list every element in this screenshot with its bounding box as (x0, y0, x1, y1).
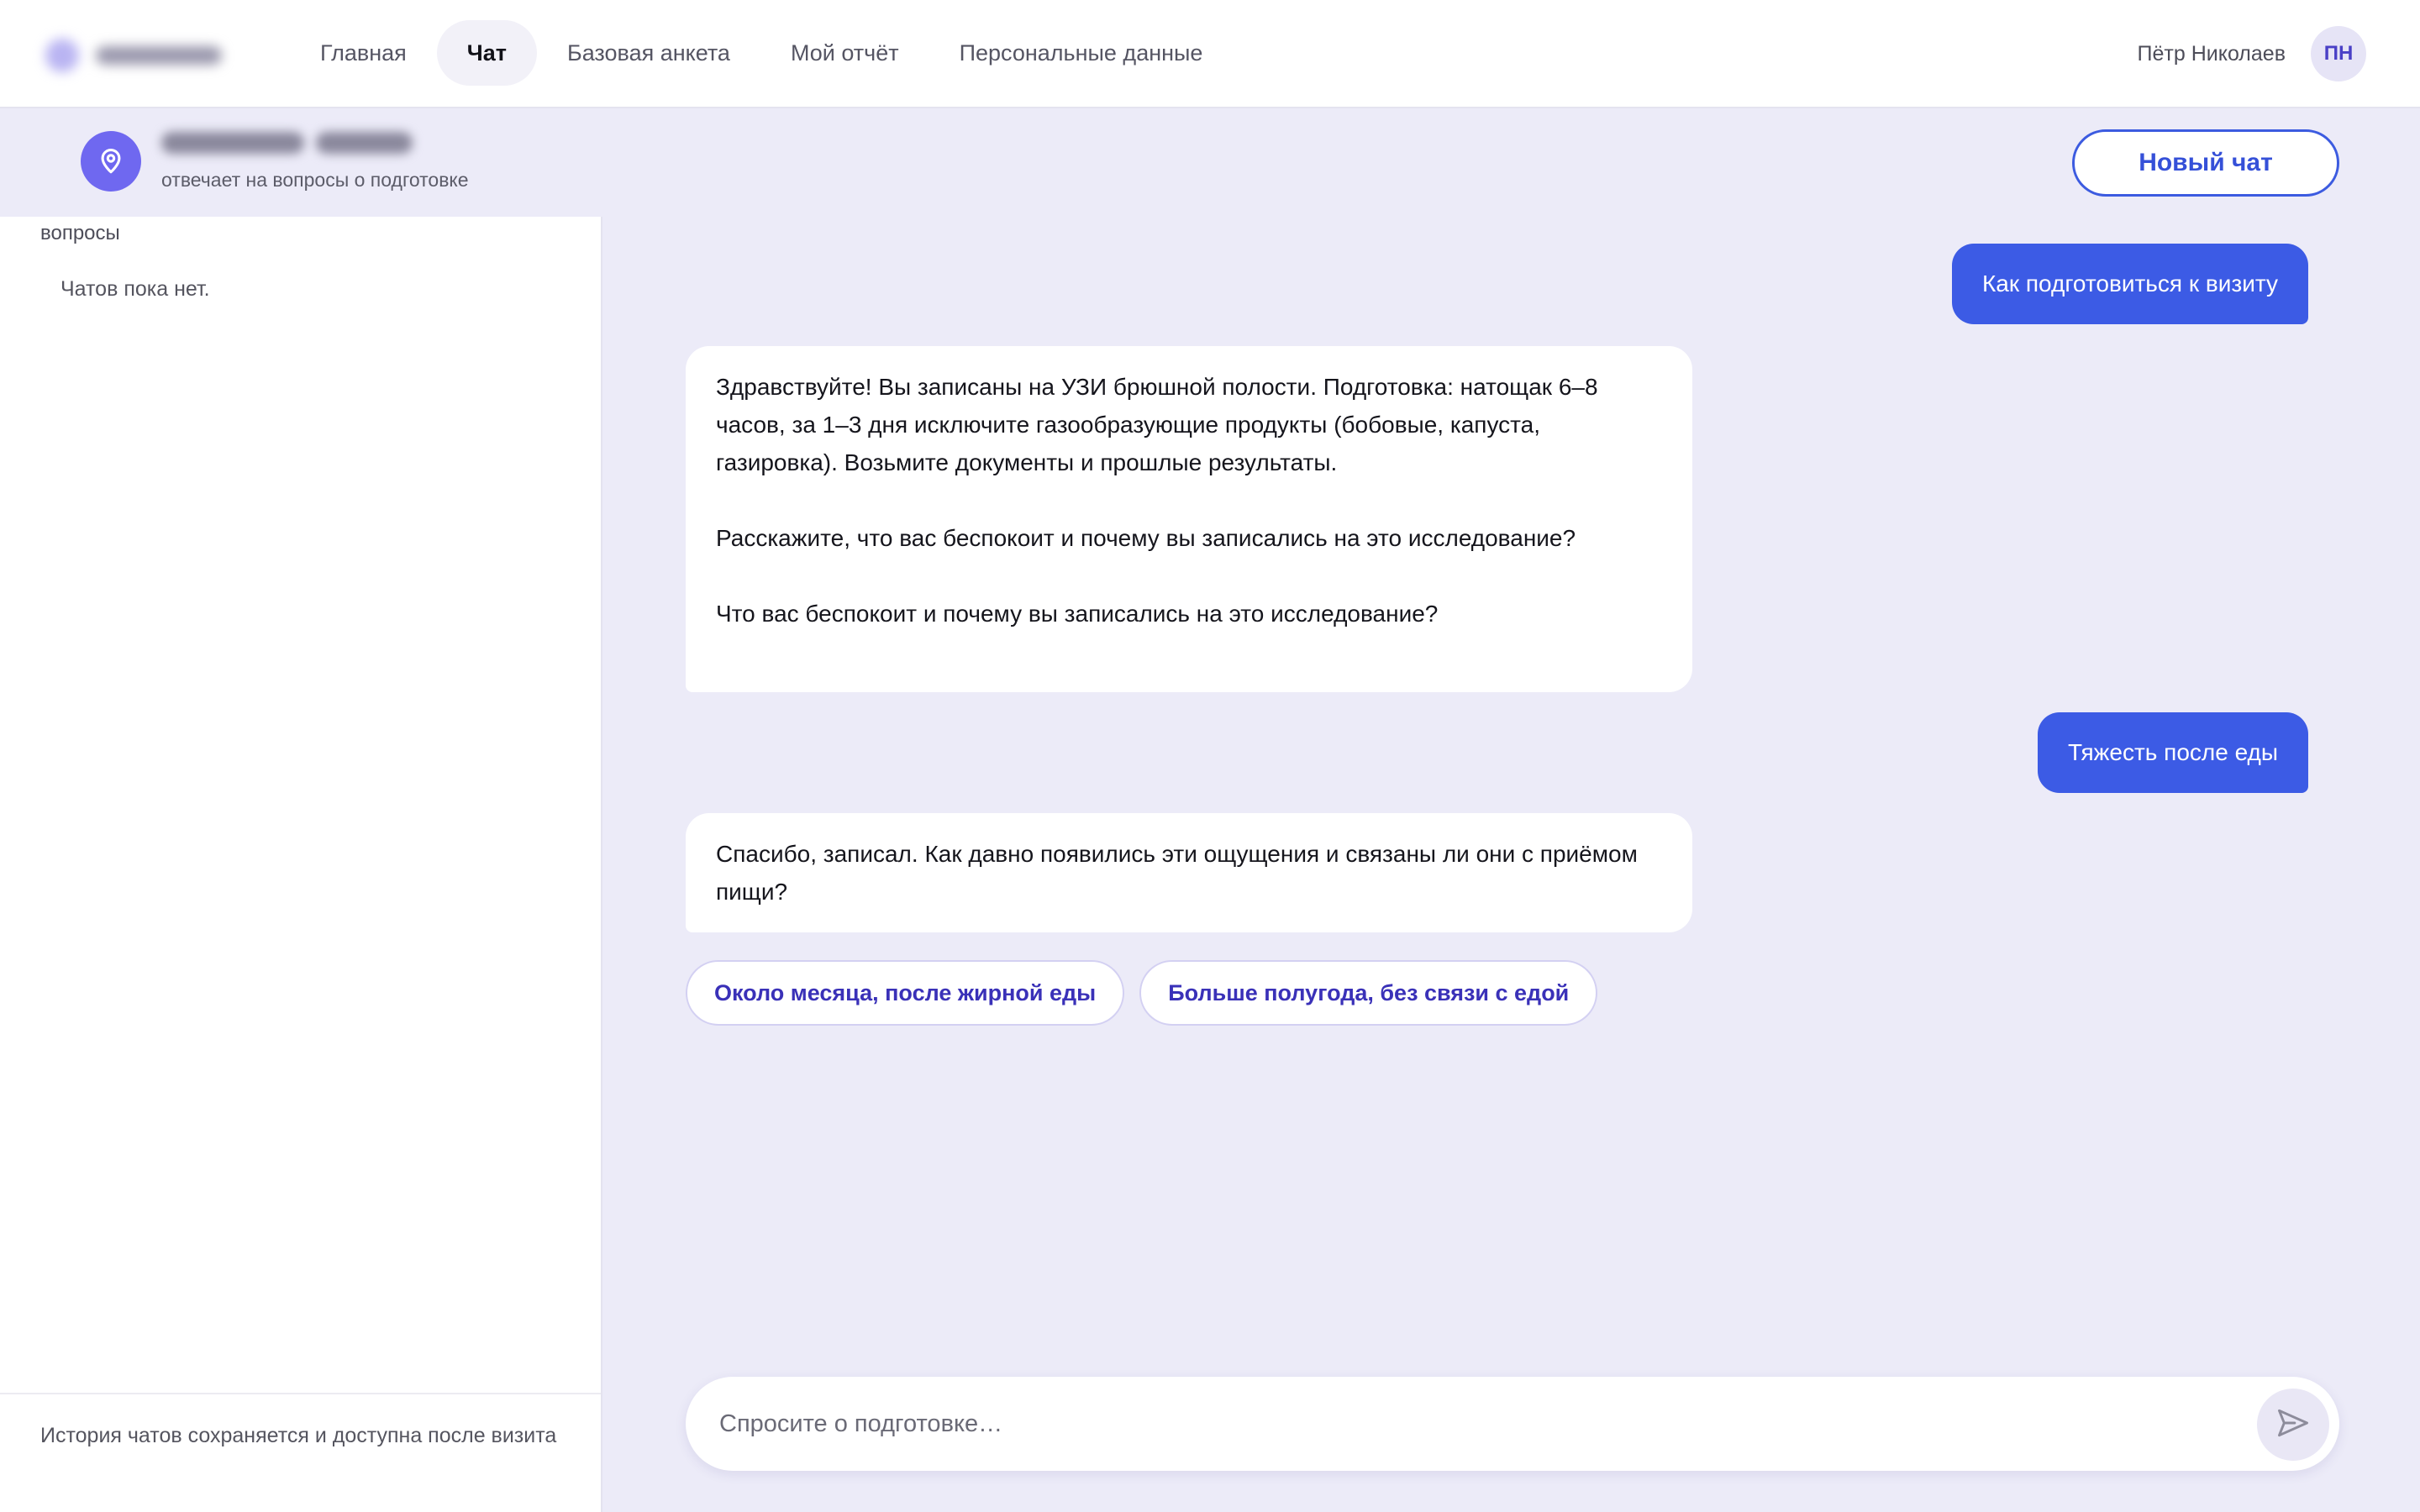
quick-reply-button[interactable]: Больше полугода, без связи с едой (1139, 960, 1598, 1026)
new-chat-button[interactable]: Новый чат (2072, 129, 2339, 197)
sidebar-footer-note: История чатов сохраняется и доступна пос… (0, 1393, 601, 1512)
quick-reply-button[interactable]: Около месяца, после жирной еды (686, 960, 1125, 1026)
main-nav: Главная Чат Базовая анкета Мой отчёт Пер… (290, 20, 1233, 86)
chat-history-sidebar: вопросы Чатов пока нет. История чатов со… (0, 217, 602, 1512)
location-pin-icon (81, 131, 141, 192)
user-message: Как подготовиться к визиту (1951, 244, 2308, 324)
brand-logo[interactable] (45, 39, 222, 72)
logo-mark-icon (45, 39, 79, 72)
assistant-subtitle: отвечает на вопросы о подготовке (161, 169, 469, 191)
assistant-name-redacted (161, 130, 413, 155)
message-input[interactable] (719, 1377, 2215, 1471)
assistant-message: Спасибо, записал. Как давно появились эт… (686, 813, 1692, 932)
logo-wordmark (96, 46, 222, 65)
quick-replies: Около месяца, после жирной еды Больше по… (686, 960, 1598, 1026)
top-navigation-bar: Главная Чат Базовая анкета Мой отчёт Пер… (0, 0, 2420, 108)
nav-item-base-questionnaire[interactable]: Базовая анкета (537, 20, 760, 86)
sidebar-section-label: вопросы (40, 222, 120, 244)
chat-area: Как подготовиться к визиту Здравствуйте!… (602, 217, 2420, 1512)
user-name: Пётр Николаев (2137, 41, 2286, 66)
send-icon (2275, 1404, 2312, 1446)
user-message: Тяжесть после еды (2037, 712, 2308, 793)
empty-chats-text: Чатов пока нет. (60, 277, 210, 301)
nav-item-personal-data[interactable]: Персональные данные (929, 20, 1234, 86)
send-button[interactable] (2257, 1389, 2329, 1461)
nav-item-my-report[interactable]: Мой отчёт (760, 20, 929, 86)
message-composer (686, 1377, 2339, 1471)
user-menu[interactable]: Пётр Николаев ПН (2138, 26, 2366, 81)
assistant-header: отвечает на вопросы о подготовке Новый ч… (0, 108, 2420, 217)
nav-item-chat[interactable]: Чат (436, 20, 537, 86)
nav-item-home[interactable]: Главная (290, 20, 437, 86)
assistant-message: Здравствуйте! Вы записаны на УЗИ брюшной… (686, 346, 1692, 692)
avatar[interactable]: ПН (2311, 26, 2366, 81)
